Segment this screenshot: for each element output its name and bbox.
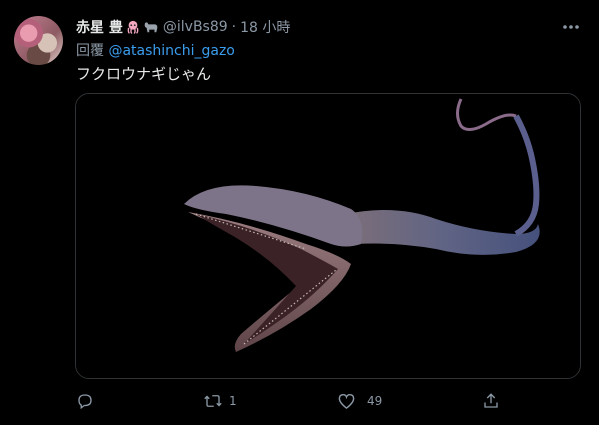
reply-icon — [78, 394, 92, 410]
like-count: 49 — [367, 394, 383, 408]
retweet-icon — [204, 395, 222, 407]
retweet-count: 1 — [229, 394, 237, 408]
tweet-header: 赤星 豊 @ilvBs89 · 18 小時 — [76, 17, 290, 37]
tweet-text: フクロウナギじゃん — [76, 65, 212, 83]
tweet-media[interactable] — [75, 93, 581, 379]
avatar[interactable] — [14, 16, 63, 65]
tweet-timestamp[interactable]: 18 小時 — [240, 17, 290, 37]
reply-to-link[interactable]: @atashinchi_gazo — [108, 43, 234, 59]
share-icon — [484, 393, 498, 408]
heart-icon — [338, 393, 355, 410]
user-handle[interactable]: @ilvBs89 — [163, 19, 228, 35]
gulper-eel-photo — [76, 94, 580, 378]
retweet-button[interactable]: 1 — [203, 389, 237, 413]
replying-to: 回覆 @atashinchi_gazo — [76, 40, 235, 60]
reply-button[interactable] — [76, 389, 100, 413]
reply-prefix: 回覆 — [76, 43, 104, 59]
action-bar: 1 49 — [0, 389, 599, 413]
more-options-icon[interactable] — [561, 17, 581, 37]
black-bull-icon — [144, 22, 158, 33]
separator-dot: · — [231, 19, 237, 35]
like-button[interactable]: 49 — [337, 389, 382, 413]
octopus-icon — [127, 20, 139, 34]
tweet[interactable]: 赤星 豊 @ilvBs89 · 18 小時 回覆 @atashinchi_gaz… — [0, 0, 599, 425]
display-name[interactable]: 赤星 豊 — [76, 17, 123, 37]
share-button[interactable] — [482, 389, 500, 413]
